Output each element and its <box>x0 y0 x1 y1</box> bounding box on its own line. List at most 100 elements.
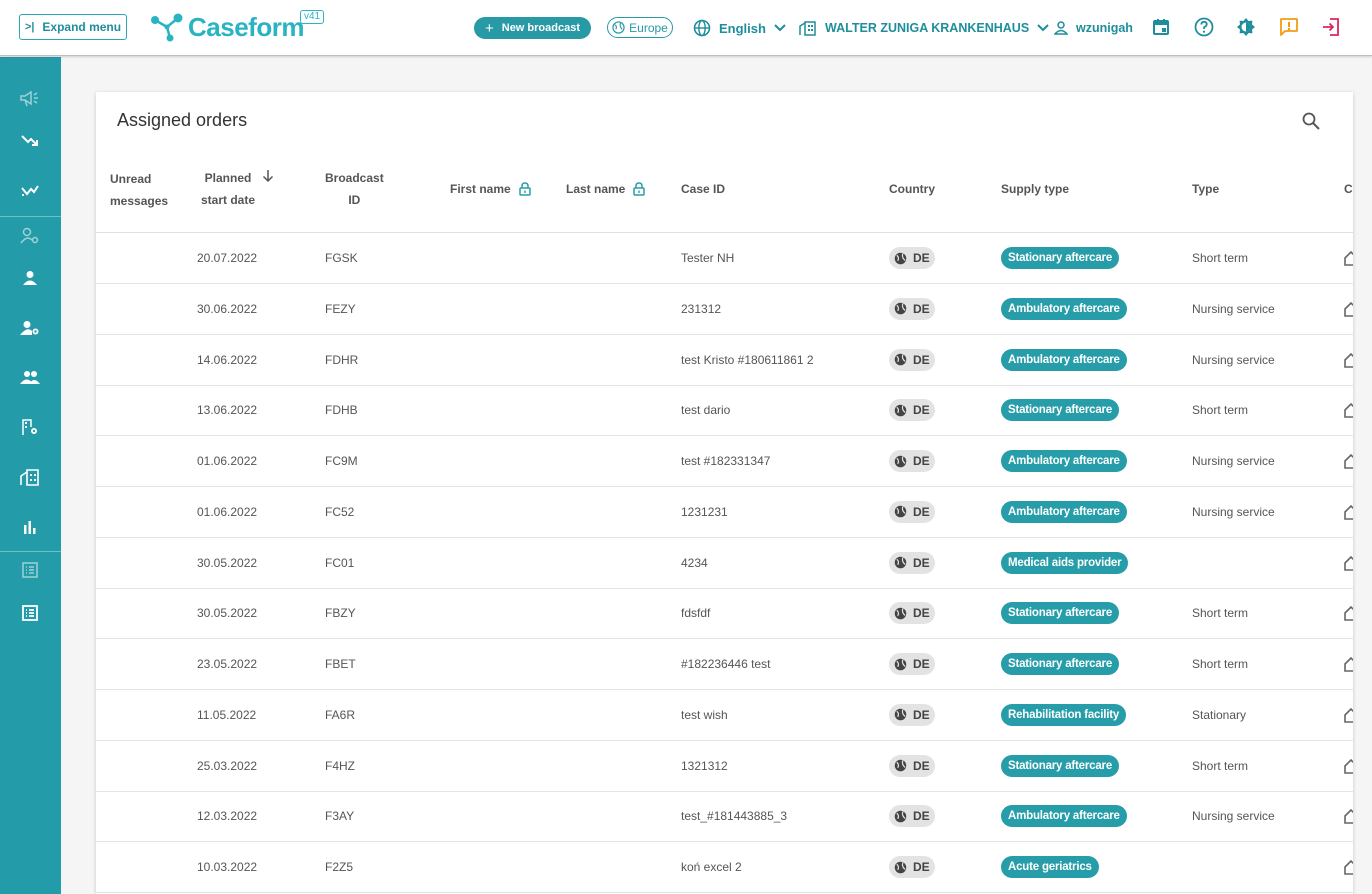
order-type: Short term <box>1192 403 1249 418</box>
help-icon[interactable] <box>1193 16 1215 38</box>
assigned-orders-card: Assigned orders Unread messages Planned … <box>96 92 1353 894</box>
table-row[interactable]: 01.06.2022 FC52 1231231 DE Ambulatory afterc… <box>96 487 1353 538</box>
table-row[interactable]: 30.06.2022 FEZY 231312 DE Ambulatory afterca… <box>96 284 1353 335</box>
col-last-name-label: Last name <box>566 182 626 196</box>
supply-type-badge: Acute geriatrics <box>1001 856 1099 878</box>
search-icon[interactable] <box>1300 110 1322 132</box>
expand-chevron-icon: >| <box>24 21 35 33</box>
home-icon <box>1344 605 1353 622</box>
hospital-label: WALTER ZUNIGA KRANKENHAUS <box>825 21 1030 35</box>
order-type: Nursing service <box>1192 301 1275 316</box>
col-case-id[interactable]: Case ID <box>681 178 725 200</box>
table-row[interactable]: 30.05.2022 FC01 4234 DE Medical aids provide… <box>96 538 1353 589</box>
chevron-down-icon <box>774 24 786 32</box>
home-icon <box>1344 707 1353 723</box>
logo-text: Caseform <box>188 11 304 42</box>
trending-icon[interactable] <box>18 129 42 153</box>
col-broadcast-line2: ID <box>348 193 361 207</box>
username-label: wzunigah <box>1076 21 1133 35</box>
country-code: DE <box>913 555 930 570</box>
col-broadcast-id[interactable]: Broadcast ID <box>325 167 384 211</box>
broadcast-id: FBET <box>325 657 356 671</box>
table-row[interactable]: 25.03.2022 F4HZ 1321312 DE Stationary afterc… <box>96 741 1353 792</box>
country-badge: DE <box>889 856 935 878</box>
planned-start-date: 01.06.2022 <box>197 504 258 519</box>
caseform-logo[interactable]: Caseform <box>150 12 304 42</box>
col-country[interactable]: Country <box>889 178 935 200</box>
globe-icon <box>894 505 907 518</box>
col-first-name-label: First name <box>450 182 511 196</box>
check-trend-icon[interactable] <box>18 178 42 202</box>
table-row[interactable]: 20.07.2022 FGSK Tester NH DE Stationary afte… <box>96 233 1353 284</box>
order-type: Nursing service <box>1192 352 1275 367</box>
expand-menu-label: Expand menu <box>42 20 122 34</box>
facility-icon[interactable] <box>18 465 42 489</box>
person-icon[interactable] <box>18 266 42 290</box>
col-supply-type[interactable]: Supply type <box>1001 178 1069 200</box>
language-label: English <box>719 20 766 36</box>
group-icon[interactable] <box>18 365 42 389</box>
building-icon <box>799 21 816 36</box>
order-type: Nursing service <box>1192 504 1275 519</box>
brightness-icon[interactable] <box>1235 16 1257 38</box>
list-outline-icon[interactable] <box>18 558 42 582</box>
col-first-name[interactable]: First name <box>450 178 531 200</box>
country-code: DE <box>913 454 930 468</box>
order-type: Nursing service <box>1192 809 1275 824</box>
broadcast-megaphone-icon[interactable] <box>18 87 42 111</box>
col-unread-messages[interactable]: Unread messages <box>110 168 168 212</box>
broadcast-id: FC01 <box>325 555 355 570</box>
order-type: Short term <box>1192 251 1249 265</box>
case-id: 1231231 <box>681 504 728 519</box>
user-settings-outline-icon[interactable] <box>18 224 42 248</box>
region-badge[interactable]: Europe <box>607 17 673 38</box>
building-settings-icon[interactable] <box>18 415 42 439</box>
table-row[interactable]: 10.03.2022 F2Z5 koń excel 2 DE Acute geriatr… <box>96 842 1353 893</box>
broadcast-id: F3AY <box>325 809 355 824</box>
globe-icon <box>894 607 907 620</box>
language-selector[interactable]: English <box>693 19 786 37</box>
user-menu[interactable]: wzunigah <box>1054 19 1133 37</box>
version-badge: v41 <box>300 10 325 24</box>
table-row[interactable]: 01.06.2022 FC9M test #182331347 DE Ambulator… <box>96 436 1353 487</box>
chevron-down-icon <box>1037 24 1049 32</box>
new-broadcast-button[interactable]: + New broadcast <box>474 17 591 39</box>
supply-type-badge: Ambulatory aftercare <box>1001 500 1127 523</box>
col-planned-start-date[interactable]: Planned start date <box>201 167 255 211</box>
logo-mark-icon <box>151 13 183 42</box>
col-type[interactable]: Type <box>1192 178 1219 200</box>
expand-menu-button[interactable]: >| Expand menu <box>19 14 127 40</box>
bar-chart-icon[interactable] <box>18 515 42 539</box>
calendar-icon[interactable] <box>1150 16 1172 38</box>
table-row[interactable]: 14.06.2022 FDHR test Kristo #180611861 2 DE… <box>96 335 1353 386</box>
col-last-name[interactable]: Last name <box>566 178 646 200</box>
country-code: DE <box>913 352 930 367</box>
table-row[interactable]: 23.05.2022 FBET #182236446 test DE Stationar… <box>96 639 1353 690</box>
case-id: koń excel 2 <box>681 860 742 874</box>
sort-descending-icon[interactable] <box>262 168 274 190</box>
user-icon <box>1054 21 1068 35</box>
country-badge: DE <box>889 805 935 828</box>
home-icon <box>1344 250 1353 266</box>
orders-list-icon[interactable] <box>18 601 42 625</box>
supply-type-badge: Medical aids provider <box>1001 551 1129 574</box>
home-icon <box>1344 301 1353 317</box>
planned-start-date: 23.05.2022 <box>197 657 258 671</box>
globe-icon <box>894 759 907 772</box>
table-row[interactable]: 11.05.2022 FA6R test wish DE Rehabilitation … <box>96 690 1353 741</box>
col-clipped[interactable]: C <box>1344 178 1353 200</box>
person-settings-icon[interactable] <box>18 316 42 340</box>
case-id: test dario <box>681 403 731 418</box>
table-row[interactable]: 30.05.2022 FBZY fdsfdf DE Stationary afterca… <box>96 588 1353 640</box>
country-code: DE <box>913 606 930 621</box>
table-row[interactable]: 13.06.2022 FDHB test dario DE Stationary aft… <box>96 385 1353 437</box>
planned-start-date: 10.03.2022 <box>197 860 258 874</box>
logout-icon[interactable] <box>1320 16 1342 38</box>
feedback-icon[interactable] <box>1278 16 1300 38</box>
broadcast-id: FDHB <box>325 403 358 418</box>
broadcast-id: FC52 <box>325 504 355 519</box>
case-id: #182236446 test <box>681 657 771 671</box>
country-code: DE <box>913 251 930 265</box>
table-row[interactable]: 12.03.2022 F3AY test_#181443885_3 DE Ambulat… <box>96 791 1353 843</box>
hospital-selector[interactable]: WALTER ZUNIGA KRANKENHAUS <box>799 19 1049 37</box>
